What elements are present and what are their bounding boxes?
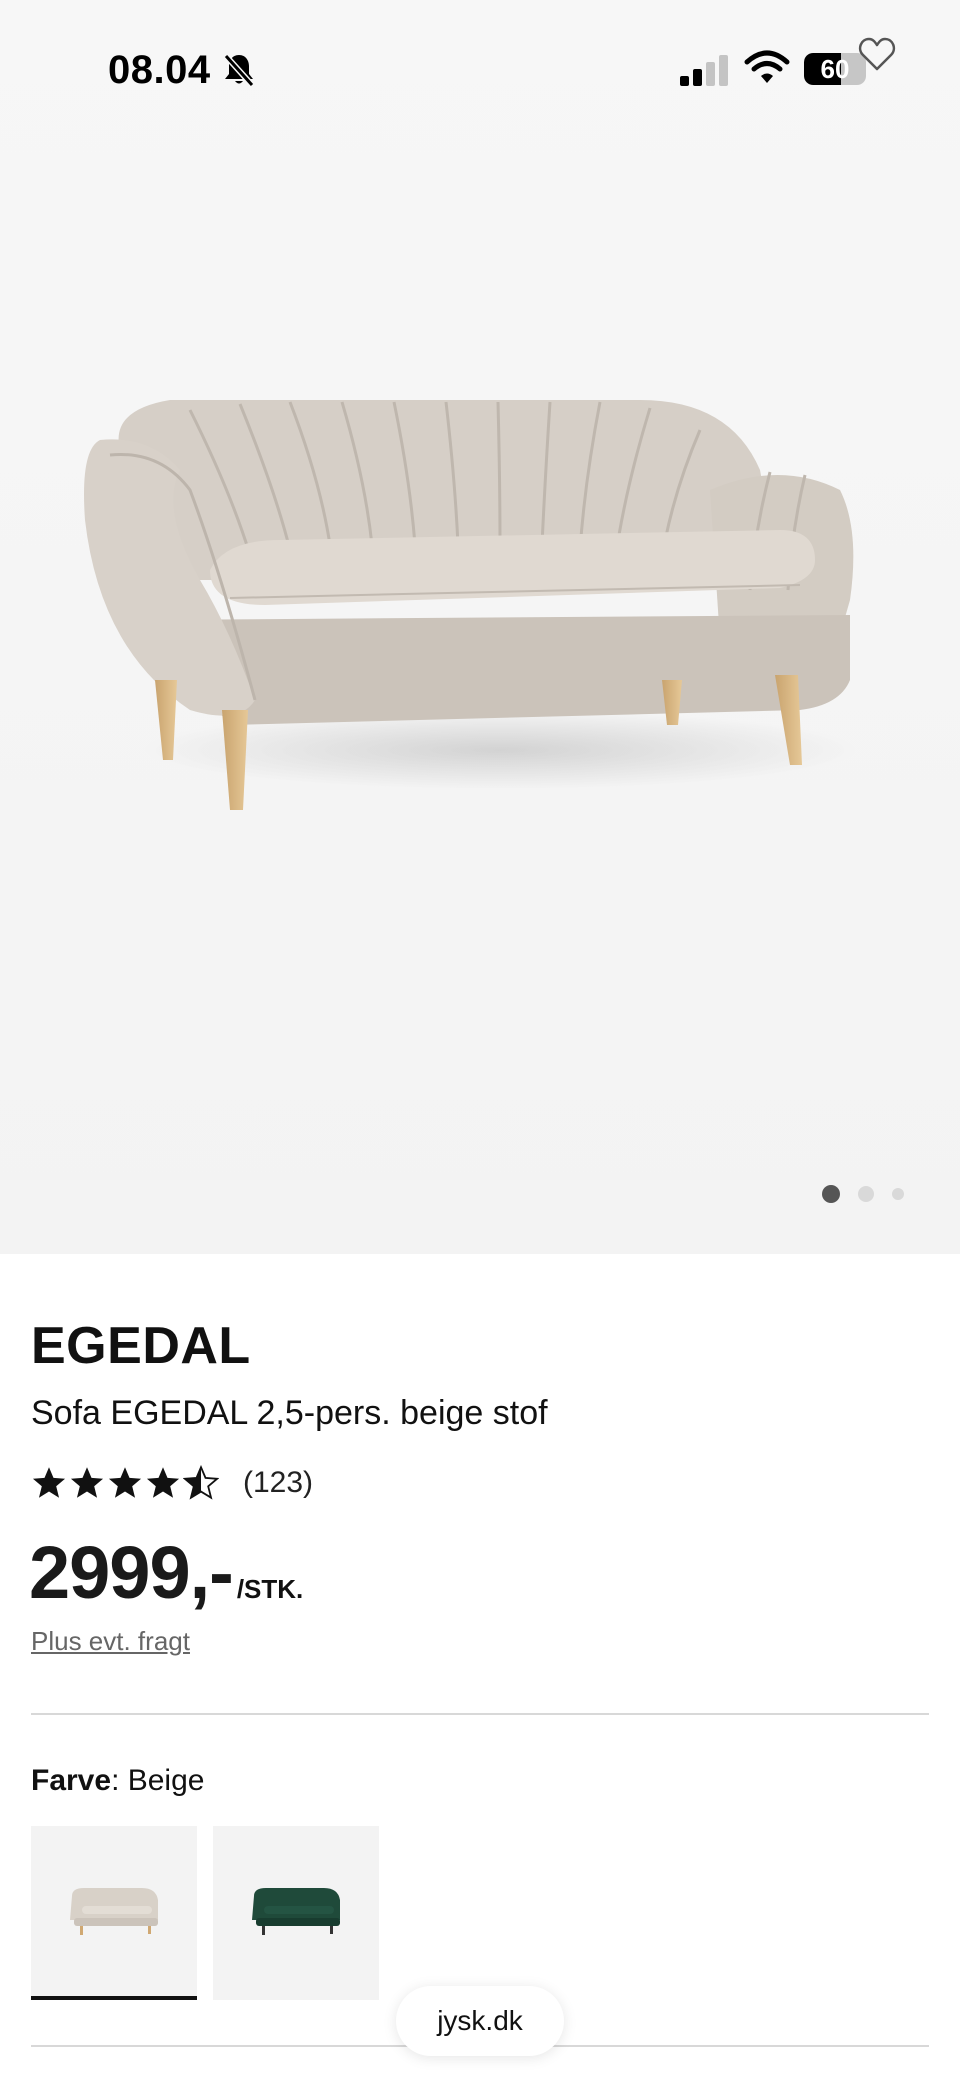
product-page: 08.04 60 EGEDAL Sofa EGEDAL 2,5-pers. be…: [0, 0, 960, 2086]
swatch-image-beige-sofa: [70, 1888, 158, 1935]
shipping-link[interactable]: Plus evt. fragt: [31, 1626, 190, 1657]
selected-swatch-indicator: [31, 1996, 197, 2000]
color-swatch-green[interactable]: [213, 1826, 379, 2000]
product-brand: EGEDAL: [31, 1317, 251, 1375]
star-icon: [32, 1467, 66, 1498]
color-label-key: Farve: [31, 1764, 112, 1797]
rating-stars[interactable]: (123): [31, 1462, 313, 1504]
color-swatch-beige[interactable]: [31, 1826, 197, 2000]
gallery-dot[interactable]: [822, 1185, 840, 1203]
product-image-sofa: [84, 400, 860, 810]
price-block: 2999,- /STK.: [29, 1530, 303, 1615]
star-half-icon: [183, 1465, 219, 1500]
gallery-dot[interactable]: [858, 1186, 874, 1202]
bell-slash-icon: [223, 53, 255, 88]
battery-level: 60: [820, 54, 850, 84]
product-name: Sofa EGEDAL 2,5-pers. beige stof: [31, 1394, 548, 1432]
star-icon: [70, 1467, 104, 1498]
price: 2999,-: [29, 1531, 234, 1614]
heart-icon[interactable]: [858, 36, 896, 72]
battery-icon: 60: [804, 53, 866, 85]
status-bar: 08.04 60: [0, 0, 960, 140]
star-icon: [146, 1467, 180, 1498]
gallery-dot[interactable]: [892, 1188, 904, 1200]
price-unit: /STK.: [236, 1574, 304, 1604]
divider: [31, 1713, 929, 1715]
review-count[interactable]: (123): [243, 1466, 313, 1500]
gallery-pagination[interactable]: [822, 1184, 904, 1204]
color-label-value: : Beige: [111, 1764, 205, 1797]
signal-icon: [680, 55, 728, 86]
star-icon: [108, 1467, 142, 1498]
color-label: Farve: Beige: [31, 1764, 204, 1798]
status-time: 08.04: [108, 48, 211, 92]
browser-url-bar[interactable]: jysk.dk: [396, 1986, 564, 2056]
swatch-image-green-sofa: [252, 1888, 340, 1935]
product-image-gallery[interactable]: 08.04 60: [0, 0, 960, 1254]
wifi-icon: [744, 50, 790, 83]
